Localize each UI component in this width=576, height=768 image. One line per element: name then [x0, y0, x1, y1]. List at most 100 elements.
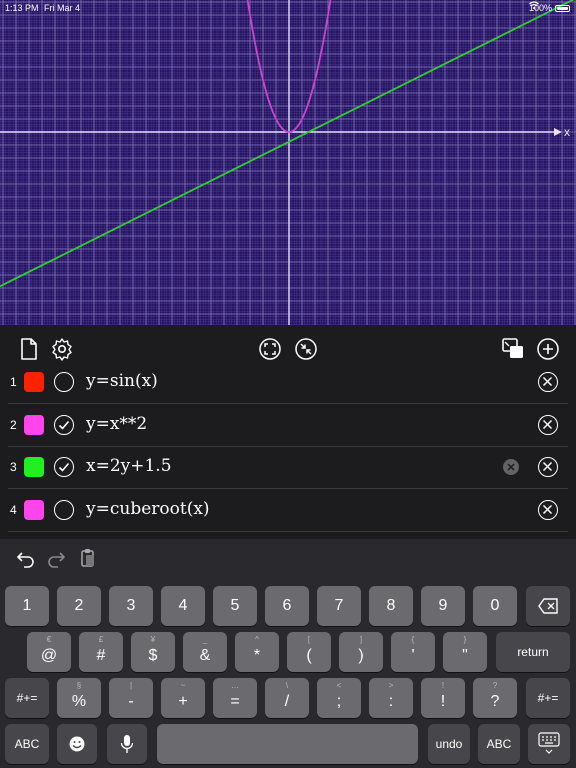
key-9[interactable]: 9 — [421, 586, 465, 626]
key-5[interactable]: 5 — [213, 586, 257, 626]
key-secondary-label: € — [46, 635, 52, 644]
key-secondary-label: < — [336, 681, 342, 690]
equation-text[interactable]: y=cuberoot(x) — [86, 499, 210, 519]
color-swatch[interactable] — [24, 499, 44, 520]
color-swatch[interactable] — [24, 372, 44, 392]
key-2[interactable]: 2 — [57, 586, 101, 626]
key-symbol[interactable]: {' — [391, 632, 435, 672]
key-label: 9 — [438, 597, 448, 614]
abc-key-left[interactable]: ABC — [5, 724, 49, 764]
switch-window-icon[interactable] — [501, 337, 525, 361]
key-symbol[interactable]: [( — [287, 632, 331, 672]
status-bar: 1:13 PM Fri Mar 4 100% — [0, 0, 576, 14]
key-secondary-label: > — [388, 681, 394, 690]
remove-equation-icon[interactable] — [538, 372, 558, 392]
visibility-checked-icon[interactable] — [54, 414, 74, 435]
key-symbol[interactable]: € @ — [27, 632, 71, 672]
key-3[interactable]: 3 — [109, 586, 153, 626]
key-label: 8 — [386, 597, 396, 614]
key-symbol[interactable]: ^ * — [235, 632, 279, 672]
dictation-key[interactable] — [107, 724, 147, 764]
key-symbol[interactable]: _ & — [183, 632, 227, 672]
remove-equation-icon[interactable] — [538, 499, 558, 520]
color-swatch[interactable] — [24, 457, 44, 477]
key-symbol[interactable]: ?? — [473, 678, 517, 718]
key-1[interactable]: 1 — [5, 586, 49, 626]
key-symbol[interactable]: … = — [213, 678, 257, 718]
undo-icon[interactable] — [15, 547, 37, 569]
settings-gear-icon[interactable] — [50, 337, 74, 361]
key-label: #+= — [537, 691, 559, 705]
equation-text[interactable]: y=x**2 — [86, 414, 147, 434]
graph-canvas[interactable]: x 1:13 PM Fri Mar 4 100% — [0, 0, 576, 325]
graph-plot[interactable]: x — [0, 0, 576, 325]
backspace-key[interactable] — [526, 586, 570, 626]
key-label: 7 — [334, 597, 344, 614]
undo-key[interactable]: undo — [428, 724, 470, 764]
equation-row[interactable]: 3 x=2y+1.5 — [0, 447, 576, 489]
paste-icon[interactable] — [77, 547, 99, 569]
key-0[interactable]: 0 — [473, 586, 517, 626]
key-label: / — [284, 693, 290, 710]
visibility-unchecked-icon[interactable] — [54, 372, 74, 392]
space-bar[interactable] — [157, 724, 418, 764]
color-swatch[interactable] — [24, 414, 44, 435]
key-secondary-label: ¥ — [150, 635, 156, 644]
visibility-unchecked-icon[interactable] — [54, 499, 74, 520]
add-equation-icon[interactable] — [536, 337, 560, 361]
clear-field-icon[interactable] — [503, 459, 519, 475]
key-label: ABC — [14, 737, 40, 751]
key-symbol[interactable]: \ / — [265, 678, 309, 718]
key-symbol[interactable]: ¥ $ — [131, 632, 175, 672]
redo-icon[interactable] — [45, 547, 67, 569]
key-label: ABC — [486, 737, 512, 751]
key-symbol[interactable]: <; — [317, 678, 361, 718]
key-label: ' — [411, 647, 415, 664]
status-date: Fri Mar 4 — [44, 3, 80, 13]
equation-row[interactable]: 1 y=sin(x) — [0, 362, 576, 404]
shift-symbols-key[interactable]: #+= — [5, 678, 49, 718]
key-label: 0 — [490, 597, 500, 614]
key-label: @ — [40, 647, 58, 664]
key-symbol[interactable]: !! — [421, 678, 465, 718]
remove-equation-icon[interactable] — [538, 457, 558, 477]
remove-equation-icon[interactable] — [538, 414, 558, 435]
key-secondary-label: | — [129, 681, 133, 690]
key-label: ; — [336, 693, 342, 710]
key-label: * — [253, 647, 261, 664]
key-symbol[interactable]: } " — [443, 632, 487, 672]
key-4[interactable]: 4 — [161, 586, 205, 626]
key-symbol[interactable]: ]) — [339, 632, 383, 672]
equation-text[interactable]: y=sin(x) — [86, 371, 158, 391]
key-symbol[interactable]: ~ + — [161, 678, 205, 718]
abc-key-right[interactable]: ABC — [478, 724, 520, 764]
keyboard-dismiss-icon — [538, 732, 560, 754]
key-8[interactable]: 8 — [369, 586, 413, 626]
return-key[interactable]: return — [496, 632, 570, 672]
key-label: % — [71, 693, 87, 710]
shift-symbols-key-right[interactable]: #+= — [526, 678, 570, 718]
key-symbol[interactable]: >: — [369, 678, 413, 718]
equation-row[interactable]: 2 y=x**2 — [0, 405, 576, 447]
dismiss-keyboard-key[interactable] — [528, 724, 570, 764]
key-6[interactable]: 6 — [265, 586, 309, 626]
equation-text[interactable]: x=2y+1.5 — [86, 456, 172, 476]
key-secondary-label: ] — [359, 635, 363, 644]
equation-row[interactable]: 4 y=cuberoot(x) — [0, 490, 576, 532]
key-secondary-label: £ — [98, 635, 104, 644]
key-secondary-label: ? — [492, 681, 498, 690]
key-secondary-label: ! — [441, 681, 445, 690]
emoji-icon — [69, 736, 85, 752]
key-label: ! — [440, 693, 446, 710]
zoom-to-point-icon[interactable] — [294, 337, 318, 361]
new-document-icon[interactable] — [17, 337, 41, 361]
key-symbol[interactable]: | - — [109, 678, 153, 718]
key-7[interactable]: 7 — [317, 586, 361, 626]
key-secondary-label: … — [231, 681, 239, 690]
fit-to-screen-icon[interactable] — [258, 337, 282, 361]
emoji-key[interactable] — [57, 724, 97, 764]
key-symbol[interactable]: £ # — [79, 632, 123, 672]
key-label: ) — [358, 647, 364, 664]
visibility-checked-icon[interactable] — [54, 457, 74, 477]
key-symbol[interactable]: §% — [57, 678, 101, 718]
